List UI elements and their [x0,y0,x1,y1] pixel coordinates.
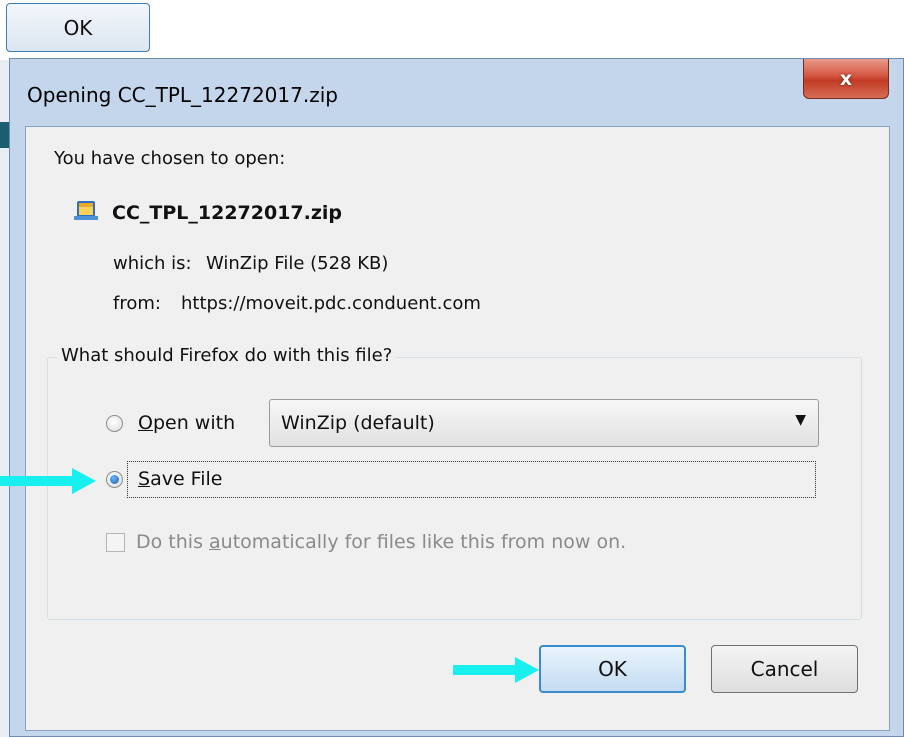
open-with-label[interactable]: Open with [138,412,235,434]
open-with-app-value: WinZip (default) [281,412,435,434]
auto-action-label[interactable]: Do this automatically for files like thi… [136,531,626,553]
file-type-value: WinZip File (528 KB) [206,253,389,274]
open-with-app-select[interactable]: WinZip (default) ▼ [269,399,819,447]
which-is-label: which is: [113,253,192,274]
cancel-button[interactable]: Cancel [711,645,858,693]
background-page-edge [0,60,9,737]
close-icon: x [839,67,853,90]
intro-text: You have chosen to open: [54,148,286,169]
dialog-title: Opening CC_TPL_12272017.zip [27,83,338,107]
ok-button[interactable]: OK [539,645,686,693]
from-label: from: [113,293,161,314]
open-with-radio[interactable] [106,415,123,432]
dropdown-arrow-icon: ▼ [795,412,806,428]
auto-action-checkbox[interactable] [106,533,125,552]
winzip-file-icon [74,201,98,220]
save-file-focus-rect [127,461,816,498]
source-url: https://moveit.pdc.conduent.com [181,293,481,314]
action-question: What should Firefox do with this file? [57,345,397,366]
background-page-mark [0,122,9,148]
annotation-arrow-icon [453,657,539,683]
background-ok-button[interactable]: OK [6,3,150,52]
close-button[interactable]: x [803,59,889,99]
file-name: CC_TPL_12272017.zip [112,202,343,224]
save-file-label[interactable]: Save File [138,468,222,490]
annotation-arrow-icon [0,468,96,494]
save-file-radio[interactable] [106,471,123,488]
